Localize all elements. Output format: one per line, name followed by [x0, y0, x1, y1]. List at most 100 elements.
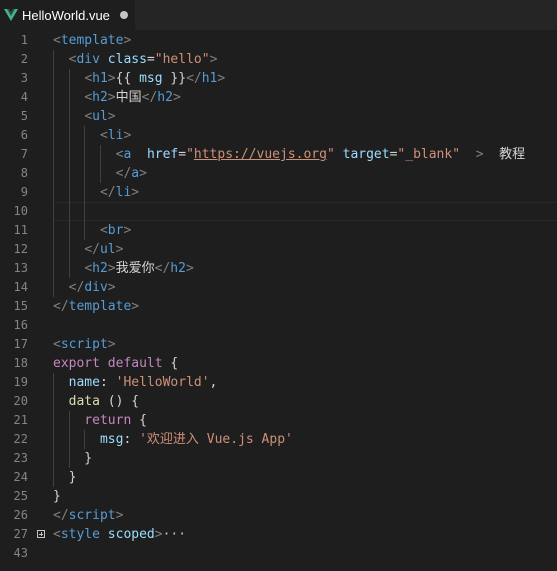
code-token: > [115, 242, 124, 257]
code-line[interactable]: 17 <script> [0, 335, 557, 354]
code-token: </ [53, 299, 69, 314]
code-token: </ [141, 90, 158, 105]
code-token: a [131, 166, 140, 181]
expand-fold-icon[interactable] [37, 530, 45, 538]
code-token: msg [99, 432, 124, 447]
code-token: " [326, 147, 335, 162]
code-token: 中国 [115, 90, 142, 105]
code-token: > [154, 527, 163, 542]
code-token: > [123, 128, 132, 143]
code-token: > [107, 261, 116, 276]
code-token: </ [154, 261, 171, 276]
line-number: 7 [20, 147, 28, 161]
code-token: } [53, 489, 61, 504]
line-number: 26 [13, 508, 28, 522]
code-editor[interactable]: 1 <template> 2 <div class="hello"> 3 <h1>{{… [0, 30, 557, 571]
code-line[interactable]: 15 </template> [0, 297, 557, 316]
line-code: <h2>中国</h2> [53, 88, 180, 107]
code-line[interactable]: 25} [0, 487, 557, 506]
line-number: 23 [13, 451, 28, 465]
indent-guide [99, 145, 101, 183]
code-line[interactable]: 5 <ul> [0, 107, 557, 126]
code-line[interactable]: 20 data () { [0, 392, 557, 411]
code-line[interactable]: 18 export default { [0, 354, 557, 373]
code-token: = [178, 147, 187, 162]
code-line[interactable]: 1 <template> [0, 31, 557, 50]
indent-guide [53, 373, 54, 487]
code-token: h2 [170, 261, 186, 276]
code-line[interactable]: 2 <div class="hello"> [0, 50, 557, 69]
unsaved-dot-icon[interactable] [119, 11, 128, 19]
code-token: < [84, 109, 93, 124]
code-token: </ [53, 508, 69, 523]
code-token: </ [68, 280, 85, 295]
code-token: h2 [157, 90, 173, 105]
line-number: 17 [13, 337, 28, 351]
code-token: < [53, 33, 61, 48]
code-line[interactable]: 16 [0, 316, 557, 335]
code-line[interactable]: 3 <h1>{{ msg }}</h1> [0, 69, 557, 88]
line-code: </div> [53, 278, 116, 297]
line-number: 25 [13, 489, 28, 503]
code-token: style [60, 527, 100, 542]
code-token: > [131, 299, 140, 314]
code-token: '欢迎进入 Vue.js App' [139, 432, 293, 447]
line-number: 14 [13, 280, 28, 294]
code-token: script [68, 508, 116, 523]
code-token: default [107, 356, 163, 371]
code-line[interactable]: 13 <h2>我爱你</h2> [0, 259, 557, 278]
code-token: 我爱你 [115, 261, 155, 276]
code-token: </ [84, 242, 100, 257]
line-number: 15 [13, 299, 28, 313]
line-code: data () { [53, 392, 139, 411]
line-number: 19 [13, 375, 28, 389]
line-code: <h1>{{ msg }}</h1> [53, 69, 225, 88]
code-line[interactable]: 26 </script> [0, 506, 557, 525]
code-token: " [186, 147, 194, 162]
code-token: </ [99, 185, 116, 200]
line-number: 10 [13, 204, 28, 218]
code-line[interactable]: 27 <style scoped>··· [0, 525, 557, 544]
code-line[interactable]: 24 } [0, 468, 557, 487]
line-code: <ul> [53, 107, 115, 126]
code-token: () { [99, 394, 140, 409]
line-code: </template> [53, 297, 139, 316]
code-token: > [115, 508, 124, 523]
code-token: > [107, 71, 116, 86]
code-line[interactable]: 4 <h2>中国</h2> [0, 88, 557, 107]
code-token: template [60, 33, 124, 48]
code-token: h2 [92, 90, 108, 105]
line-code: <div class="hello"> [53, 50, 218, 69]
code-token: > [123, 33, 132, 48]
code-line[interactable]: 43 [0, 544, 557, 563]
code-line[interactable]: 14 </div> [0, 278, 557, 297]
code-token: < [84, 261, 93, 276]
code-line[interactable]: 12 </ul> [0, 240, 557, 259]
line-number: 4 [20, 90, 28, 104]
line-code: <style scoped>··· [53, 525, 186, 544]
line-code: } [53, 449, 92, 468]
code-token: br [107, 223, 124, 238]
code-line[interactable]: 19 name: 'HelloWorld', [0, 373, 557, 392]
code-token: export [53, 356, 100, 371]
code-line[interactable]: 21 return { [0, 411, 557, 430]
code-token: li [107, 128, 124, 143]
line-code: <br> [53, 221, 131, 240]
line-number: 13 [13, 261, 28, 275]
line-number: 8 [20, 166, 28, 180]
code-token: > [139, 166, 147, 181]
tab-helloworld-vue[interactable]: HelloWorld.vue [0, 0, 135, 30]
code-line[interactable]: 23 } [0, 449, 557, 468]
code-token: div [76, 52, 100, 67]
line-number: 5 [20, 109, 28, 123]
vue-logo-icon [4, 9, 18, 21]
code-token: > [123, 223, 132, 238]
line-code: <template> [53, 31, 131, 50]
